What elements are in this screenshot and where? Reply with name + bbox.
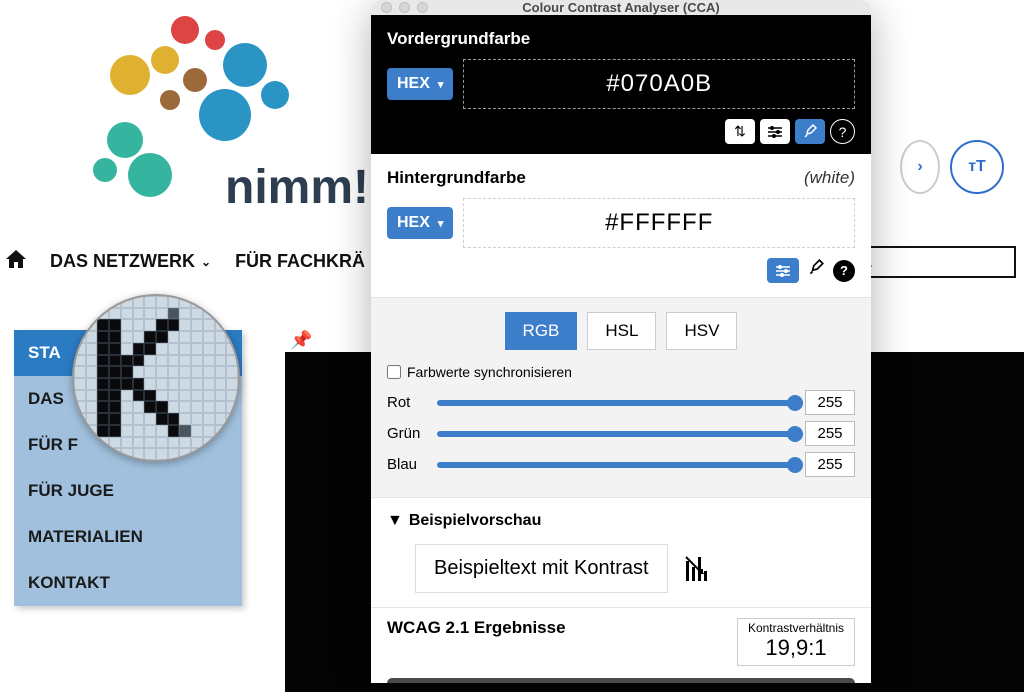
color-picker-loupe[interactable] — [72, 294, 240, 462]
sidebar-item-kontakt[interactable]: KONTAKT — [14, 560, 242, 606]
foreground-sliders-button[interactable] — [760, 119, 790, 144]
foreground-format-select[interactable]: HEX ▾ — [387, 68, 453, 100]
window-title: Colour Contrast Analyser (CCA) — [522, 0, 719, 15]
chart-decline-icon — [682, 551, 718, 587]
channel-blue-slider[interactable] — [437, 462, 795, 468]
a11y-button-partial[interactable]: › — [900, 140, 940, 194]
channel-green-slider[interactable] — [437, 431, 795, 437]
background-label: Hintergrundfarbe — [387, 168, 855, 188]
nav-item-network[interactable]: DAS NETZWERK ⌄ — [50, 251, 211, 272]
nav-item-fachkraefte[interactable]: FÜR FACHKRÄ — [235, 251, 365, 272]
results-heading: WCAG 2.1 Ergebnisse — [387, 618, 566, 638]
contrast-sample-text: Beispieltext mit Kontrast — [415, 544, 668, 593]
mode-tab-rgb[interactable]: RGB — [505, 312, 578, 350]
contrast-ratio-readout: Kontrastverhältnis 19,9:1 — [737, 618, 855, 666]
foreground-help-button[interactable]: ? — [830, 119, 855, 144]
color-mode-section: RGB HSL HSV Farbwerte synchronisieren Ro… — [371, 297, 871, 497]
swap-colors-button[interactable]: ⇅ — [725, 119, 755, 144]
window-titlebar[interactable]: Colour Contrast Analyser (CCA) — [371, 0, 871, 15]
background-format-select[interactable]: HEX ▾ — [387, 207, 453, 239]
mode-tab-hsv[interactable]: HSV — [666, 312, 737, 350]
text-size-button[interactable]: тT — [950, 140, 1004, 194]
site-logo: nimm! — [70, 5, 370, 205]
background-help-button[interactable]: ? — [833, 260, 855, 282]
results-section: WCAG 2.1 Ergebnisse Kontrastverhältnis 1… — [371, 607, 871, 683]
foreground-section: Vordergrundfarbe HEX ▾ #070A0B ⇅ ? — [371, 15, 871, 154]
sidebar-item-materialien[interactable]: MATERIALIEN — [14, 514, 242, 560]
main-nav: DAS NETZWERK ⌄ FÜR FACHKRÄ — [0, 250, 365, 273]
home-icon[interactable] — [6, 250, 26, 273]
chevron-down-icon: ▾ — [438, 78, 444, 91]
background-section: Hintergrundfarbe (white) HEX ▾ #FFFFFF ? — [371, 154, 871, 297]
pin-icon: 📌 — [290, 330, 312, 351]
channel-blue-value[interactable]: 255 — [805, 452, 855, 477]
chevron-down-icon: ▾ — [438, 217, 444, 230]
background-eyedropper-button[interactable] — [807, 259, 825, 282]
logo-wordmark: nimm! — [225, 160, 369, 215]
foreground-eyedropper-button[interactable] — [795, 119, 825, 144]
preview-disclosure[interactable]: ▼ Beispielvorschau — [387, 512, 855, 530]
background-sliders-button[interactable] — [767, 258, 799, 283]
criterion-disclosure[interactable]: ▶ 1.4.3 Kontrast (minimum) (AA) — [387, 678, 855, 683]
sync-colors-checkbox[interactable]: Farbwerte synchronisieren — [387, 364, 855, 380]
foreground-value-input[interactable]: #070A0B — [463, 59, 855, 109]
cca-window: Colour Contrast Analyser (CCA) Vordergru… — [371, 0, 871, 683]
window-controls[interactable] — [381, 2, 428, 13]
channel-red-slider[interactable] — [437, 400, 795, 406]
background-value-input[interactable]: #FFFFFF — [463, 198, 855, 248]
foreground-label: Vordergrundfarbe — [387, 29, 855, 49]
background-color-name: (white) — [804, 168, 855, 188]
channel-red-label: Rot — [387, 394, 427, 411]
channel-green-label: Grün — [387, 425, 427, 442]
channel-green-value[interactable]: 255 — [805, 421, 855, 446]
preview-section: ▼ Beispielvorschau Beispieltext mit Kont… — [371, 497, 871, 607]
top-accessibility-buttons: › тT — [900, 140, 1004, 194]
channel-blue-label: Blau — [387, 456, 427, 473]
mode-tab-hsl[interactable]: HSL — [587, 312, 656, 350]
chevron-down-icon: ⌄ — [201, 255, 211, 269]
sidebar-item-jugendliche[interactable]: FÜR JUGE — [14, 468, 242, 514]
channel-red-value[interactable]: 255 — [805, 390, 855, 415]
triangle-down-icon: ▼ — [387, 512, 403, 530]
